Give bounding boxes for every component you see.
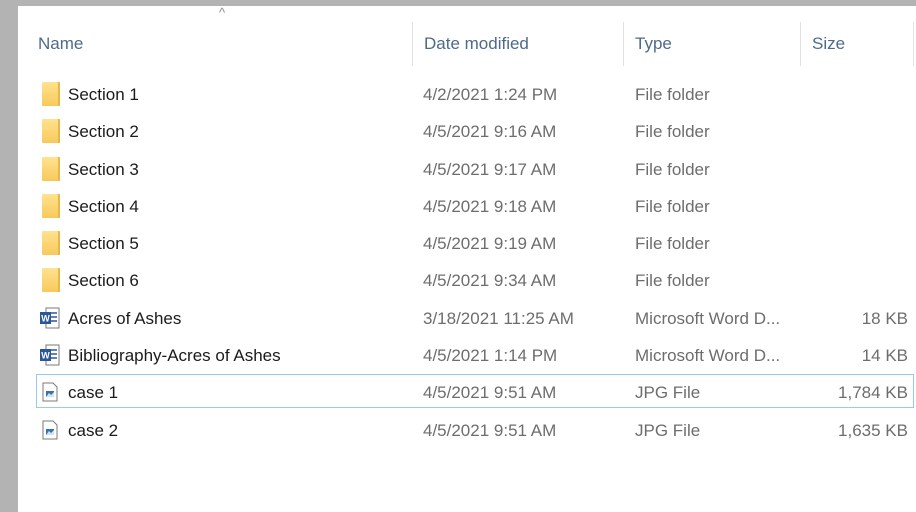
column-header-size[interactable]: Size [812, 18, 845, 70]
column-header-date-modified[interactable]: Date modified [424, 18, 529, 70]
file-type: File folder [635, 234, 710, 254]
svg-text:W: W [41, 351, 50, 361]
svg-text:W: W [41, 313, 50, 323]
file-type: JPG File [635, 383, 701, 403]
file-size: 14 KB [861, 346, 908, 366]
file-size: 1,635 KB [838, 420, 908, 440]
file-type: JPG File [635, 420, 701, 440]
file-list-pane: ^ Name Date modified Type Size Section 1… [18, 6, 916, 512]
jpg-image-icon [42, 382, 58, 402]
file-row[interactable]: Section 5 4/5/2021 9:19 AM File folder [18, 225, 916, 262]
file-type: Microsoft Word D... [635, 308, 781, 328]
column-header-type[interactable]: Type [635, 18, 672, 70]
file-date-modified: 4/5/2021 9:16 AM [423, 122, 557, 142]
file-name: Section 6 [68, 271, 139, 291]
file-row[interactable]: W Acres of Ashes 3/18/2021 11:25 AM Microso… [18, 300, 916, 337]
file-date-modified: 4/5/2021 9:17 AM [423, 159, 557, 179]
file-name: Section 1 [68, 85, 139, 104]
file-type: File folder [635, 122, 710, 142]
file-row[interactable]: Section 1 4/2/2021 1:24 PM File folder [18, 76, 916, 113]
file-date-modified: 4/5/2021 9:34 AM [423, 271, 557, 291]
file-row[interactable]: W Bibliography-Acres of Ashes 4/5/2021 1:1… [18, 337, 916, 374]
file-date-modified: 4/5/2021 9:18 AM [423, 196, 557, 216]
file-date-modified: 4/5/2021 1:14 PM [423, 346, 558, 366]
file-row[interactable]: Section 4 4/5/2021 9:18 AM File folder [18, 188, 916, 225]
file-date-modified: 4/2/2021 1:24 PM [423, 85, 558, 104]
file-type: File folder [635, 196, 710, 216]
file-date-modified: 4/5/2021 9:51 AM [423, 420, 557, 440]
file-name: Section 4 [68, 196, 139, 216]
folder-icon [42, 156, 60, 181]
file-type: File folder [635, 85, 710, 104]
file-name: Section 3 [68, 159, 139, 179]
file-date-modified: 4/5/2021 9:19 AM [423, 234, 557, 254]
file-list: Section 1 4/2/2021 1:24 PM File folder Sect… [18, 76, 916, 449]
file-date-modified: 4/5/2021 9:51 AM [423, 383, 557, 403]
window-frame: ^ Name Date modified Type Size Section 1… [0, 0, 916, 512]
file-row[interactable]: case 2 4/5/2021 9:51 AM JPG File 1,635 KB [18, 412, 916, 449]
file-row[interactable]: case 1 4/5/2021 9:51 AM JPG File 1,784 KB [18, 374, 916, 411]
file-name: Acres of Ashes [68, 308, 182, 328]
file-name: Bibliography-Acres of Ashes [68, 346, 281, 366]
folder-icon [42, 231, 60, 256]
word-document-icon: W [40, 307, 60, 329]
column-divider[interactable] [800, 22, 801, 66]
file-size: 1,784 KB [838, 383, 908, 403]
column-divider[interactable] [412, 22, 413, 66]
jpg-image-icon [42, 420, 58, 440]
file-row[interactable]: Section 3 4/5/2021 9:17 AM File folder [18, 151, 916, 188]
folder-icon [42, 119, 60, 144]
file-size: 18 KB [861, 308, 908, 328]
file-name: case 1 [68, 383, 119, 403]
file-type: File folder [635, 271, 710, 291]
word-document-icon: W [40, 344, 60, 366]
file-name: case 2 [68, 420, 119, 440]
folder-icon [42, 268, 60, 293]
column-divider[interactable] [913, 22, 914, 66]
file-name: Section 2 [68, 122, 139, 142]
file-date-modified: 3/18/2021 11:25 AM [423, 308, 574, 328]
folder-icon [42, 193, 60, 218]
column-divider[interactable] [623, 22, 624, 66]
file-name: Section 5 [68, 234, 139, 254]
file-row[interactable]: Section 2 4/5/2021 9:16 AM File folder [18, 113, 916, 150]
file-row[interactable]: Section 6 4/5/2021 9:34 AM File folder [18, 262, 916, 299]
folder-icon [42, 82, 60, 106]
column-header-name[interactable]: Name [38, 18, 83, 70]
column-header-bar: Name Date modified Type Size [18, 18, 916, 70]
file-type: File folder [635, 159, 710, 179]
file-type: Microsoft Word D... [635, 346, 781, 366]
